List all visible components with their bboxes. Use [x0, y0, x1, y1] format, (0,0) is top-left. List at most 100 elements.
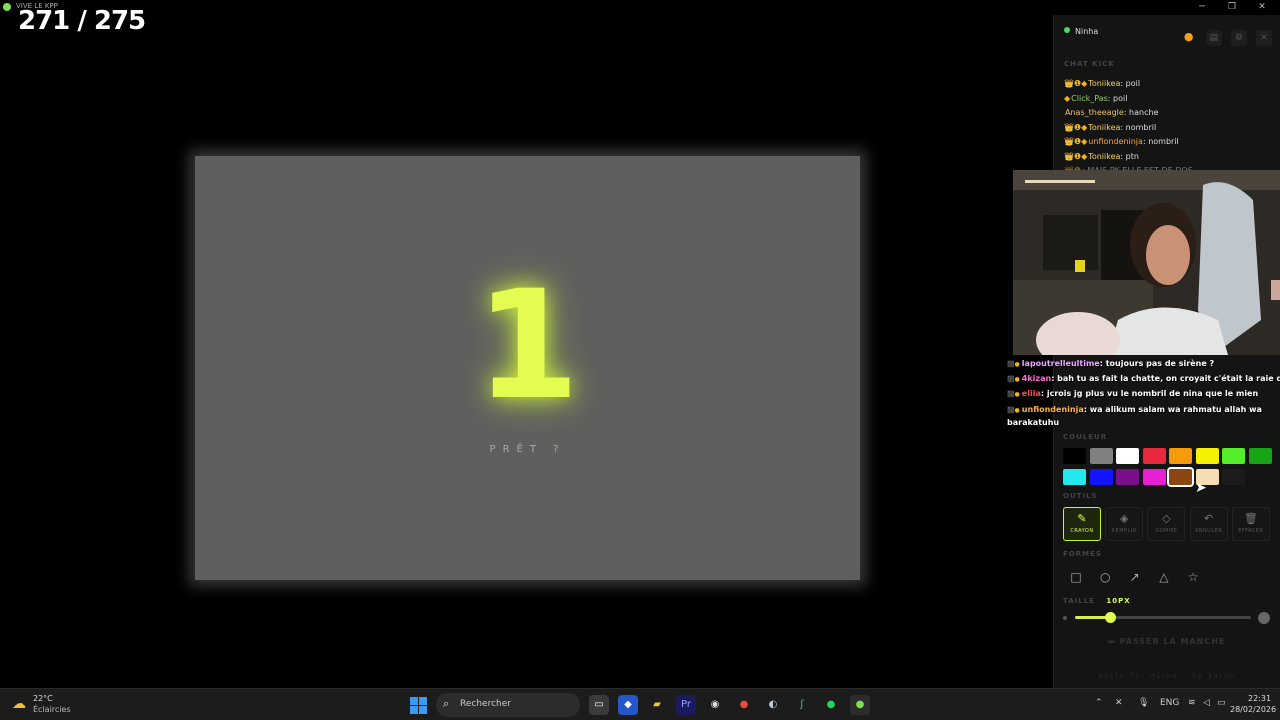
battery-icon[interactable]: ▭ [1217, 698, 1226, 708]
overlay-username: lapoutrelleultime [1021, 359, 1100, 368]
store-icon[interactable]: ◆ [618, 695, 638, 715]
color-swatch[interactable] [1063, 448, 1086, 464]
color-swatch[interactable] [1248, 448, 1272, 464]
tools-section-label: OUTILS [1063, 492, 1098, 500]
tool-crayon-button[interactable]: ✎ CRAYON [1063, 507, 1101, 541]
tool-crayon-icon: ✎ [1077, 512, 1087, 525]
color-swatch[interactable] [1089, 448, 1113, 464]
tray-overflow-icon[interactable]: ⌃ [1095, 698, 1103, 708]
overlay-text: toujours pas de sirène ? [1105, 359, 1215, 368]
tray-icon-1[interactable]: ✕ [1115, 698, 1123, 708]
color-swatch[interactable] [1063, 469, 1086, 485]
chat-text: nombril [1125, 122, 1157, 132]
brush-size-slider[interactable] [1075, 612, 1251, 623]
size-label-text: TAILLE [1063, 597, 1095, 605]
user-status: Ninha [1064, 27, 1098, 36]
tool-gomme-icon: ◇ [1162, 512, 1171, 525]
weather-temperature[interactable]: 22°C [33, 694, 53, 703]
tool-label: CRAYON [1070, 528, 1094, 534]
minimize-button[interactable]: ─ [1187, 0, 1217, 15]
overlay-chat-message: ⬛● unfiondeninja: wa alikum salam wa rah… [1007, 404, 1280, 429]
tool-gomme-button[interactable]: ◇ GOMME [1147, 507, 1186, 541]
color-swatch[interactable] [1169, 448, 1192, 464]
wifi-icon[interactable]: ≋ [1188, 698, 1196, 708]
premiere-icon[interactable]: Pr [676, 695, 696, 715]
overlay-badge-icon: ⬛● [1007, 391, 1022, 398]
star-shape-icon[interactable]: ☆ [1182, 566, 1204, 588]
size-max-icon [1258, 612, 1270, 624]
file-explorer-icon[interactable]: ▰ [647, 695, 667, 715]
steam-icon[interactable]: ◐ [763, 695, 783, 715]
color-swatch[interactable] [1195, 448, 1219, 464]
color-swatch[interactable] [1116, 448, 1139, 464]
chat-text: poil [1125, 79, 1141, 88]
app-s-icon[interactable]: ʃ [792, 695, 812, 715]
taskbar-search[interactable]: ⌕ Rechercher [436, 693, 580, 717]
chat-badge-icon: 👑❶◆ [1064, 151, 1088, 161]
chat-text: nombril [1148, 137, 1179, 146]
obs-icon[interactable]: ◉ [705, 695, 725, 715]
custom-color-button[interactable] [1222, 469, 1245, 485]
coin-icon[interactable]: ● [1181, 29, 1197, 45]
pass-round-button[interactable]: ⏭ PASSER LA MANCHE [1063, 637, 1270, 653]
maximize-button[interactable]: ❐ [1217, 0, 1247, 15]
webcam-image [1013, 170, 1280, 355]
overlay-badge-icon: ⬛● [1007, 407, 1022, 414]
language-indicator[interactable]: ENG [1160, 698, 1179, 708]
tool-remplir-button[interactable]: ◈ REMPLIR [1105, 507, 1144, 541]
online-status-icon [1064, 27, 1070, 33]
chat-username[interactable]: Toniikea [1088, 123, 1120, 132]
spotify-icon[interactable]: ● [821, 695, 841, 715]
chat-text: poil [1113, 93, 1128, 103]
overlay-username: eliia [1021, 389, 1041, 398]
colors-section-label: COULEUR [1063, 433, 1108, 441]
weather-icon[interactable]: ☁ [12, 696, 26, 712]
chat-badge-icon: 👑❶◆ [1064, 79, 1088, 88]
tool-effacer-button[interactable]: 🗑 EFFACER [1231, 507, 1270, 541]
tool-label: REMPLIR [1111, 528, 1137, 534]
chat-username[interactable]: Anas_theeagle [1065, 108, 1124, 117]
panel-icon[interactable]: ▤ [1205, 30, 1222, 46]
color-swatch[interactable] [1116, 469, 1139, 485]
sidebar-toolbar: ● ▤ ⚙ ✕ [1177, 25, 1272, 46]
weather-description[interactable]: Éclaircies [33, 705, 71, 714]
countdown-number: 1 [475, 259, 580, 433]
game-app-icon[interactable]: ● [850, 695, 870, 715]
chrome-icon[interactable]: ● [734, 695, 754, 715]
color-swatch[interactable] [1222, 448, 1245, 464]
volume-icon[interactable]: ◁ [1203, 698, 1210, 708]
color-swatch[interactable] [1167, 467, 1194, 487]
chat-message: 👑❶◆Toniikea: poil [1064, 79, 1140, 88]
chat-username[interactable]: Toniikea [1088, 152, 1120, 161]
clock-time[interactable]: 22:31 [1248, 694, 1271, 703]
tool-annuler-button[interactable]: ↶ ANNULER [1189, 507, 1228, 541]
color-swatch[interactable] [1142, 469, 1166, 485]
size-label: TAILLE 10PX [1063, 597, 1131, 605]
start-button[interactable] [410, 697, 427, 714]
game-stage: 1 PRÊT ? [0, 15, 1053, 688]
close-panel-icon[interactable]: ✕ [1256, 30, 1272, 46]
chat-username[interactable]: Click_Pas [1071, 94, 1108, 103]
overlay-badge-icon: ⬛● [1007, 361, 1022, 368]
chat-message: Anas_theeagle: hanche [1064, 108, 1158, 117]
size-min-icon [1063, 616, 1067, 620]
chat-username[interactable]: Toniikea [1088, 79, 1120, 88]
chat-username[interactable]: unfiondeninja [1088, 137, 1143, 146]
close-window-button[interactable]: ✕ [1247, 0, 1277, 15]
tool-label: EFFACER [1238, 528, 1264, 534]
color-swatch[interactable] [1089, 469, 1113, 485]
microphone-icon[interactable]: 🎙 [1138, 698, 1149, 708]
arrow-shape-icon[interactable]: ↗ [1124, 566, 1146, 588]
overlay-text: bah tu as fait la chatte, on croyait c'é… [1057, 374, 1280, 383]
color-swatch[interactable] [1142, 448, 1166, 464]
chat-text: ptn [1125, 151, 1139, 161]
settings-icon[interactable]: ⚙ [1230, 30, 1247, 46]
task-view-icon[interactable]: ▭ [589, 695, 609, 715]
round-counter: 271 / 275 [18, 6, 146, 36]
triangle-shape-icon[interactable]: △ [1153, 566, 1175, 588]
ellipse-shape-icon[interactable]: ○ [1094, 566, 1116, 588]
rectangle-shape-icon[interactable]: □ [1065, 566, 1087, 588]
overlay-text: jcrois jg plus vu le nombril de nina que… [1046, 389, 1259, 398]
drawing-canvas[interactable]: 1 PRÊT ? [195, 156, 860, 580]
clock-date[interactable]: 28/02/2026 [1230, 705, 1276, 714]
